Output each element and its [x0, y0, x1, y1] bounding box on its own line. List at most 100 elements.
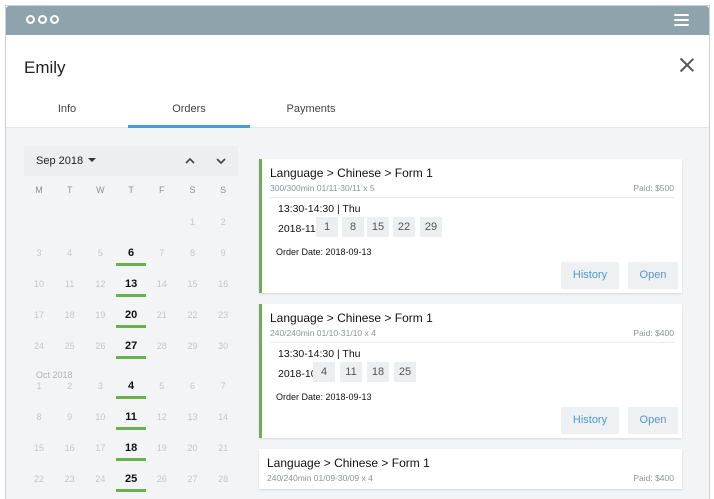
calendar-day[interactable]: 9	[55, 412, 85, 422]
calendar-day-scheduled[interactable]: 6	[116, 247, 147, 266]
order-date: Order Date: 2018-09-13	[276, 392, 372, 402]
calendar-day[interactable]: 24	[24, 341, 54, 351]
divider	[270, 342, 674, 343]
calendar-day[interactable]: 28	[147, 341, 177, 351]
divider	[270, 197, 674, 198]
month-divider-label: Oct 2018	[36, 370, 73, 380]
order-month: 2018-11	[278, 223, 316, 235]
calendar-day-scheduled[interactable]: 25	[116, 473, 147, 492]
calendar-day[interactable]: 28	[208, 474, 238, 484]
order-summary: 300/300min 01/11-30/11 x 5	[270, 183, 375, 193]
calendar-day[interactable]: 23	[208, 310, 238, 320]
calendar-day[interactable]: 13	[178, 412, 208, 422]
calendar-day[interactable]: 9	[208, 248, 238, 258]
lesson-indicator	[116, 263, 147, 266]
lesson-indicator	[116, 325, 147, 328]
calendar-day[interactable]: 27	[178, 474, 208, 484]
hamburger-menu-icon[interactable]	[674, 14, 689, 26]
calendar-day[interactable]: 8	[178, 248, 208, 258]
calendar-day[interactable]: 22	[178, 310, 208, 320]
day-chip: 22	[393, 217, 415, 237]
calendar-day-scheduled[interactable]: 13	[116, 278, 147, 297]
calendar-day[interactable]: 10	[85, 412, 115, 422]
calendar-day[interactable]: 15	[24, 443, 54, 453]
order-card[interactable]: Language > Chinese > Form 1 300/300min 0…	[259, 159, 682, 293]
order-summary: 240/240min 01/10-31/10 x 4	[270, 328, 376, 338]
calendar-day[interactable]: 24	[85, 474, 115, 484]
calendar-day[interactable]: 30	[208, 341, 238, 351]
calendar-day[interactable]: 11	[55, 279, 85, 289]
order-time: 13:30-14:30 | Thu	[278, 203, 361, 215]
calendar-day[interactable]: 7	[208, 381, 238, 391]
calendar-day[interactable]: 4	[55, 248, 85, 258]
calendar: Sep 2018 M T W T F S S 1 2 3 4 5 6 7 8 9 10 11 12 13 14 15 16 1…	[24, 146, 238, 492]
day-chip: 4	[313, 362, 335, 382]
calendar-day[interactable]: 18	[55, 310, 85, 320]
calendar-day-scheduled[interactable]: 18	[116, 442, 147, 461]
history-button[interactable]: History	[561, 407, 619, 434]
calendar-day[interactable]: 10	[24, 279, 54, 289]
orders-panel: Sep 2018 M T W T F S S 1 2 3 4 5 6 7 8 9 10 11 12 13 14 15 16 1…	[6, 128, 709, 499]
chevron-down-icon[interactable]	[215, 155, 227, 167]
caret-down-icon	[88, 158, 97, 162]
open-button[interactable]: Open	[628, 407, 678, 434]
order-paid: Paid: $400	[633, 473, 674, 483]
circle-icon[interactable]	[50, 15, 59, 24]
calendar-day-scheduled[interactable]: 27	[116, 340, 147, 359]
calendar-day[interactable]: 23	[55, 474, 85, 484]
calendar-day[interactable]: 19	[147, 443, 177, 453]
calendar-day[interactable]: 16	[55, 443, 85, 453]
calendar-day[interactable]: 17	[85, 443, 115, 453]
calendar-day[interactable]: 6	[178, 381, 208, 391]
calendar-day[interactable]: 29	[178, 341, 208, 351]
calendar-day[interactable]: 15	[178, 279, 208, 289]
calendar-day[interactable]: 3	[24, 248, 54, 258]
calendar-day[interactable]: 19	[85, 310, 115, 320]
day-chip: 1	[316, 217, 338, 237]
calendar-day[interactable]: 17	[24, 310, 54, 320]
calendar-day[interactable]: 3	[85, 381, 115, 391]
order-card[interactable]: Language > Chinese > Form 1 240/240min 0…	[259, 304, 682, 438]
chevron-up-icon[interactable]	[184, 155, 196, 167]
calendar-day[interactable]: 1	[24, 381, 54, 391]
calendar-day-scheduled[interactable]: 11	[116, 411, 147, 430]
calendar-day[interactable]: 20	[178, 443, 208, 453]
day-chip: 25	[394, 362, 416, 382]
calendar-day[interactable]: 8	[24, 412, 54, 422]
customer-name: Emily	[24, 58, 66, 77]
open-button[interactable]: Open	[628, 262, 678, 289]
calendar-day[interactable]: 1	[178, 217, 208, 227]
calendar-day[interactable]: 21	[147, 310, 177, 320]
order-card[interactable]: Language > Chinese > Form 1 240/240min 0…	[259, 449, 682, 489]
calendar-day[interactable]: 5	[147, 381, 177, 391]
circle-icon[interactable]	[26, 15, 35, 24]
calendar-day[interactable]: 14	[147, 279, 177, 289]
calendar-day[interactable]: 25	[55, 341, 85, 351]
tab-info[interactable]: Info	[6, 96, 128, 128]
calendar-day[interactable]: 2	[208, 217, 238, 227]
weekday-label: F	[159, 185, 165, 195]
calendar-day[interactable]: 12	[147, 412, 177, 422]
calendar-day[interactable]: 2	[55, 381, 85, 391]
calendar-day[interactable]: 5	[85, 248, 115, 258]
tab-payments[interactable]: Payments	[250, 96, 372, 128]
calendar-day[interactable]: 14	[208, 412, 238, 422]
calendar-day[interactable]: 12	[85, 279, 115, 289]
tab-orders[interactable]: Orders	[128, 96, 250, 128]
weekday-label: M	[35, 185, 43, 195]
lesson-indicator	[116, 489, 147, 492]
calendar-day-scheduled[interactable]: 4	[116, 380, 147, 399]
calendar-day[interactable]: 26	[85, 341, 115, 351]
calendar-day[interactable]: 26	[147, 474, 177, 484]
close-icon[interactable]	[679, 57, 695, 73]
history-button[interactable]: History	[561, 262, 619, 289]
calendar-day[interactable]: 16	[208, 279, 238, 289]
order-paid: Paid: $500	[633, 183, 674, 193]
circle-icon[interactable]	[38, 15, 47, 24]
calendar-day[interactable]: 21	[208, 443, 238, 453]
calendar-day[interactable]: 22	[24, 474, 54, 484]
month-selector[interactable]: Sep 2018	[36, 155, 97, 167]
tab-bar: Info Orders Payments	[6, 96, 709, 128]
calendar-day-scheduled[interactable]: 20	[116, 309, 147, 328]
calendar-day[interactable]: 7	[147, 248, 177, 258]
